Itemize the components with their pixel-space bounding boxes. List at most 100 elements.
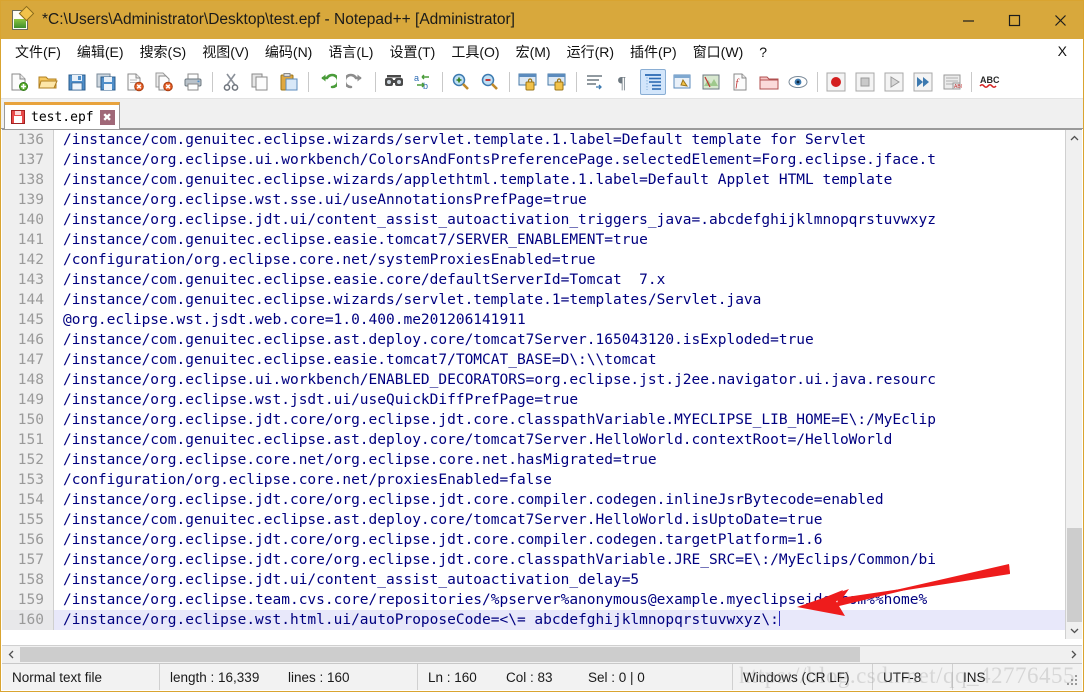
code-line-row[interactable]: 152/instance/org.eclipse.core.net/org.ec… [2,450,1065,470]
code-line-row[interactable]: 156/instance/org.eclipse.jdt.core/org.ec… [2,530,1065,550]
code-line-row[interactable]: 155/instance/com.genuitec.eclipse.ast.de… [2,510,1065,530]
code-line-row[interactable]: 151/instance/com.genuitec.eclipse.ast.de… [2,430,1065,450]
tab-close-icon[interactable]: ✖ [99,109,115,125]
horizontal-scrollbar-thumb[interactable] [20,647,860,662]
line-number: 136 [2,130,54,150]
maximize-button[interactable] [991,1,1037,39]
status-insert-mode[interactable]: INS [953,664,1013,690]
word-wrap-toggle-icon[interactable] [582,69,608,95]
new-file-icon[interactable] [6,69,32,95]
scroll-right-icon[interactable] [1064,646,1082,663]
resize-grip-icon[interactable] [1067,675,1079,687]
code-line-row[interactable]: 145 @org.eclipse.wst.jsdt.web.core=1.0.40… [2,310,1065,330]
code-line-row[interactable]: 144/instance/com.genuitec.eclipse.wizard… [2,290,1065,310]
redo-icon[interactable] [343,69,369,95]
code-line-row-selected[interactable]: 160/instance/org.eclipse.wst.html.ui/aut… [2,610,1065,630]
document-map-icon[interactable] [698,69,724,95]
open-file-icon[interactable] [35,69,61,95]
save-all-icon[interactable] [93,69,119,95]
menu-plugins[interactable]: 插件(P) [622,39,685,65]
function-list-icon[interactable]: f [727,69,753,95]
menu-tools[interactable]: 工具(O) [443,39,507,65]
sync-vertical-scroll-icon[interactable] [515,69,541,95]
code-line-row[interactable]: 138/instance/com.genuitec.eclipse.wizard… [2,170,1065,190]
zoom-in-icon[interactable] [448,69,474,95]
line-number: 149 [2,390,54,410]
line-text: /instance/com.genuitec.eclipse.wizards/s… [63,132,867,148]
code-line-row[interactable]: 146/instance/com.genuitec.eclipse.ast.de… [2,330,1065,350]
menu-file[interactable]: 文件(F) [7,39,69,65]
menu-window[interactable]: 窗口(W) [685,39,752,65]
close-document-button[interactable]: X [1052,42,1073,60]
vertical-scrollbar[interactable] [1065,130,1082,639]
close-all-files-icon[interactable] [151,69,177,95]
code-line-row[interactable]: 157/instance/org.eclipse.jdt.core/org.ec… [2,550,1065,570]
code-line-row[interactable]: 141/instance/com.genuitec.eclipse.easie.… [2,230,1065,250]
close-button[interactable] [1037,1,1083,39]
print-icon[interactable] [180,69,206,95]
code-line-row[interactable]: 142/configuration/org.eclipse.core.net/s… [2,250,1065,270]
paste-icon[interactable] [276,69,302,95]
code-line-row[interactable]: 153/configuration/org.eclipse.core.net/p… [2,470,1065,490]
status-encoding[interactable]: UTF-8 [873,664,953,690]
save-macro-icon[interactable]: ABC [939,69,965,95]
horizontal-scrollbar[interactable] [2,645,1082,663]
show-all-characters-icon[interactable]: ¶ [611,69,637,95]
sync-horizontal-scroll-icon[interactable] [544,69,570,95]
code-line-row[interactable]: 154/instance/org.eclipse.jdt.core/org.ec… [2,490,1065,510]
run-macro-multiple-icon[interactable] [910,69,936,95]
menu-macro[interactable]: 宏(M) [508,39,559,65]
scroll-down-icon[interactable] [1066,622,1082,639]
menu-settings[interactable]: 设置(T) [381,39,443,65]
menu-view[interactable]: 视图(V) [194,39,257,65]
record-macro-icon[interactable] [823,69,849,95]
separator-3 [375,71,376,92]
menu-encoding[interactable]: 编码(N) [257,39,320,65]
user-defined-language-icon[interactable] [669,69,695,95]
code-line-row[interactable]: 143/instance/com.genuitec.eclipse.easie.… [2,270,1065,290]
tab-bar: test.epf ✖ [1,99,1083,129]
line-text: /instance/org.eclipse.jdt.core/org.eclip… [63,412,936,428]
folder-as-workspace-icon[interactable] [756,69,782,95]
close-file-icon[interactable] [122,69,148,95]
code-line-row[interactable]: 150/instance/org.eclipse.jdt.core/org.ec… [2,410,1065,430]
text-editor[interactable]: 136/instance/com.genuitec.eclipse.wizard… [2,130,1065,639]
undo-icon[interactable] [314,69,340,95]
code-line-row[interactable]: 149/instance/org.eclipse.wst.jsdt.ui/use… [2,390,1065,410]
code-line-row[interactable]: 158/instance/org.eclipse.jdt.ui/content_… [2,570,1065,590]
code-line-row[interactable]: 147/instance/com.genuitec.eclipse.easie.… [2,350,1065,370]
menu-search[interactable]: 搜索(S) [132,39,195,65]
cut-icon[interactable] [218,69,244,95]
horizontal-scrollbar-track[interactable] [20,646,1064,663]
find-icon[interactable] [381,69,407,95]
spell-check-icon[interactable]: ABC [977,69,1003,95]
code-line-row[interactable]: 137/instance/org.eclipse.ui.workbench/Co… [2,150,1065,170]
menu-edit[interactable]: 编辑(E) [69,39,132,65]
save-icon[interactable] [64,69,90,95]
scroll-up-icon[interactable] [1066,130,1082,147]
zoom-out-icon[interactable] [477,69,503,95]
code-line-row[interactable]: 159/instance/org.eclipse.team.cvs.core/r… [2,590,1065,610]
play-macro-icon[interactable] [881,69,907,95]
menu-run[interactable]: 运行(R) [559,39,622,65]
line-text: /instance/org.eclipse.jdt.core/org.eclip… [63,492,884,508]
status-eol[interactable]: Windows (CR LF) [733,664,873,690]
stop-macro-icon[interactable] [852,69,878,95]
code-line-row[interactable]: 148/instance/org.eclipse.ui.workbench/EN… [2,370,1065,390]
monitoring-icon[interactable] [785,69,811,95]
indent-guide-icon[interactable] [640,68,666,95]
scroll-left-icon[interactable] [2,646,20,663]
vertical-scrollbar-thumb[interactable] [1067,528,1082,624]
menu-language[interactable]: 语言(L) [320,39,381,65]
line-number: 137 [2,150,54,170]
tab-test-epf[interactable]: test.epf ✖ [4,102,120,129]
minimize-button[interactable] [945,1,991,39]
code-line-row[interactable]: 139/instance/org.eclipse.wst.sse.ui/useA… [2,190,1065,210]
line-text: /instance/org.eclipse.wst.jsdt.ui/useQui… [63,392,579,408]
line-text: /instance/org.eclipse.jdt.ui/content_ass… [63,572,640,588]
code-line-row[interactable]: 136/instance/com.genuitec.eclipse.wizard… [2,130,1065,150]
code-line-row[interactable]: 140/instance/org.eclipse.jdt.ui/content_… [2,210,1065,230]
menu-help[interactable]: ? [751,41,775,63]
copy-icon[interactable] [247,69,273,95]
replace-icon[interactable]: a b [410,69,436,95]
